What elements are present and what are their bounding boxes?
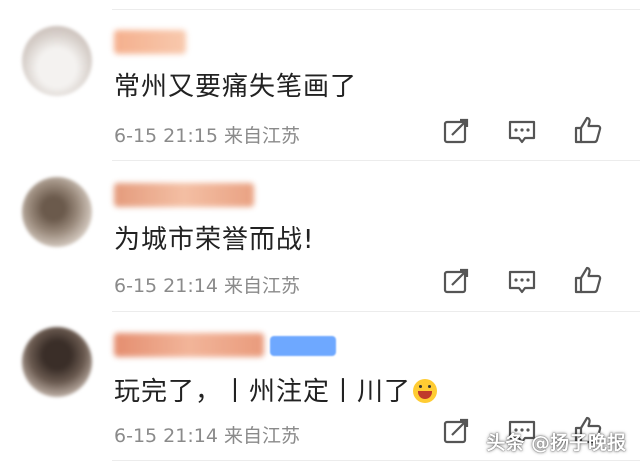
bottom-divider: [112, 460, 640, 461]
vip-badge: [270, 336, 336, 356]
avatar[interactable]: [22, 327, 92, 397]
comment-time: 6-15 21:15: [114, 125, 218, 147]
comment-text: 常州又要痛失笔画了: [114, 72, 358, 102]
comment-icon[interactable]: [506, 266, 538, 298]
comment-time: 6-15 21:14: [114, 275, 218, 297]
comment-item: 为城市荣誉而战! 6-15 21:14 来自江苏: [0, 153, 640, 303]
share-edit-icon[interactable]: [440, 116, 472, 148]
comment-item: 常州又要痛失笔画了 6-15 21:15 来自江苏: [0, 0, 640, 150]
thumbs-up-icon[interactable]: [572, 264, 604, 296]
comment-meta: 6-15 21:14 来自江苏: [114, 421, 300, 448]
avatar[interactable]: [22, 26, 92, 96]
comment-icon[interactable]: [506, 116, 538, 148]
comment-location: 来自江苏: [223, 125, 300, 147]
share-edit-icon[interactable]: [440, 416, 472, 448]
share-edit-icon[interactable]: [440, 266, 472, 298]
thumbs-up-icon[interactable]: [572, 114, 604, 146]
comment-time: 6-15 21:14: [114, 425, 218, 447]
laughing-emoji-icon: [413, 379, 438, 403]
comment-location: 来自江苏: [223, 275, 300, 297]
comment-meta: 6-15 21:15 来自江苏: [114, 121, 300, 148]
username[interactable]: [114, 183, 254, 207]
watermark: 头条 @扬子晚报: [486, 432, 626, 454]
avatar[interactable]: [22, 177, 92, 247]
comment-text: 玩完了，丨州注定丨川了: [114, 371, 438, 408]
comment-meta: 6-15 21:14 来自江苏: [114, 271, 300, 298]
username[interactable]: [114, 333, 264, 357]
username[interactable]: [114, 30, 186, 54]
comment-text: 为城市荣誉而战!: [114, 225, 315, 255]
comment-location: 来自江苏: [223, 425, 300, 447]
